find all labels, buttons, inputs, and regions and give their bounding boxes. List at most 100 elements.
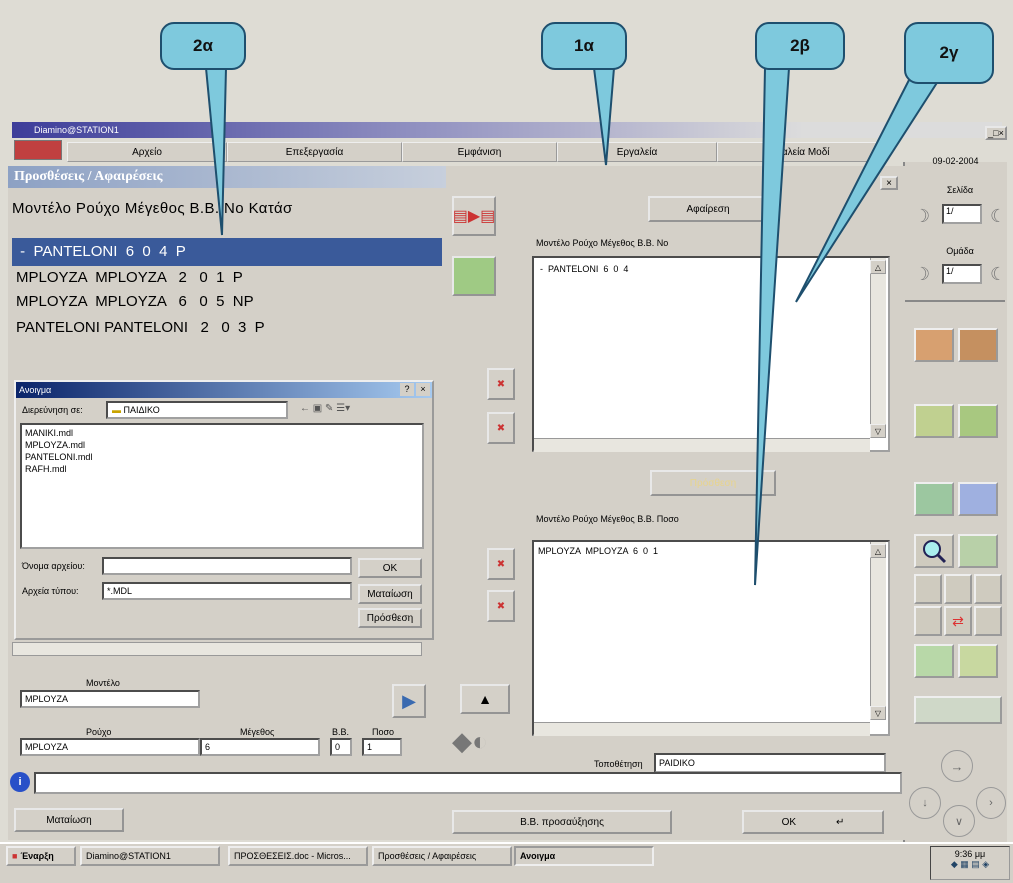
scroll-down-icon[interactable]: ▽ — [870, 424, 886, 438]
nav-down-icon[interactable]: ∨ — [943, 805, 975, 837]
cancel-button[interactable]: Ματαίωση — [14, 808, 124, 832]
sort-tool-icon[interactable] — [914, 404, 954, 438]
group-prev-icon[interactable]: ☽ — [914, 264, 930, 285]
refresh-tool-icon[interactable] — [958, 482, 998, 516]
page-next-icon[interactable]: ☾ — [990, 206, 1006, 227]
callout-1a: 1α — [541, 22, 627, 70]
look-in-select[interactable]: ▬ ΠΑΙΔΙΚΟ — [106, 401, 288, 419]
remove-piece-icon[interactable]: ✖ — [487, 368, 515, 400]
nav-right-icon[interactable]: › — [976, 787, 1006, 819]
menu-edit[interactable]: Επεξεργασία — [227, 142, 402, 162]
left-window-headers: Μοντέλο Ρούχο Μέγεθος Β.Β. Νο Κατάσ — [12, 200, 293, 217]
file-item[interactable]: MPLOYZA.mdl — [25, 440, 419, 452]
list-item[interactable]: - PANTELONI 6 0 4 — [540, 264, 882, 274]
file-item[interactable]: MANIKI.mdl — [25, 428, 419, 440]
delete-piece-icon[interactable]: ✖ — [487, 412, 515, 444]
file-list[interactable]: MANIKI.mdl MPLOYZA.mdl PANTELONI.mdl RAF… — [20, 423, 424, 549]
page-field[interactable]: 1/ — [942, 204, 982, 224]
model-field[interactable]: MPLOYZA — [20, 690, 200, 708]
sizing-icon[interactable]: ▲ — [460, 684, 510, 714]
scroll-up-icon[interactable]: △ — [870, 544, 886, 558]
taskbar-item[interactable]: ΠΡΟΣΘΕΣΕΙΣ.doc - Micros... — [228, 846, 368, 866]
taskbar-item[interactable]: Ανοιγμα — [514, 846, 654, 866]
export-right-tool-icon[interactable] — [958, 328, 998, 362]
list-item[interactable]: MPLOYZA MPLOYZA 6 0 1 — [538, 546, 884, 556]
system-tray: 9:36 μμ ◆ ▦ ▤ ◈ — [930, 846, 1010, 880]
start-button[interactable]: ■ Έναρξη — [6, 846, 76, 866]
pattern-e-icon[interactable] — [974, 606, 1002, 636]
disk-icon[interactable]: ◆◐ — [452, 726, 512, 766]
qty-field[interactable]: 1 — [362, 738, 402, 756]
add-piece-icon[interactable]: ✖ — [487, 548, 515, 580]
file-item[interactable]: PANTELONI.mdl — [25, 452, 419, 464]
ok-button[interactable]: OK ↵ — [742, 810, 884, 834]
add-list-vscroll[interactable] — [870, 542, 886, 720]
dialog-close-button[interactable]: × — [880, 176, 898, 190]
taskbar-item[interactable]: Προσθέσεις / Αφαιρέσεις — [372, 846, 512, 866]
remove-button[interactable]: Αφαίρεση — [648, 196, 768, 222]
open-cancel-button[interactable]: Ματαίωση — [358, 584, 422, 604]
taskbar-item[interactable]: Diamino@STATION1 — [80, 846, 220, 866]
menu-file[interactable]: Αρχείο — [67, 142, 227, 162]
add-marker-tool-icon[interactable] — [958, 404, 998, 438]
app-icons — [14, 140, 62, 160]
close-button[interactable]: × — [416, 383, 430, 396]
pattern-b-icon[interactable] — [944, 574, 972, 604]
list-item[interactable]: - PANTELONI 6 0 4 P — [12, 238, 442, 266]
open-add-button[interactable]: Πρόσθεση — [358, 608, 422, 628]
list1-headers: Μοντέλο Ρούχο Μέγεθος Β.Β. Νο — [536, 238, 669, 248]
left-horizontal-scrollbar[interactable] — [12, 642, 422, 656]
group-next-icon[interactable]: ☾ — [990, 264, 1006, 285]
add-button[interactable]: Πρόσθεση — [650, 470, 776, 496]
list-item[interactable]: MPLOYZA MPLOYZA 6 0 5 NP — [12, 290, 442, 314]
group-label: Ομάδα — [946, 246, 974, 256]
nav-toolbar-icons[interactable]: ← ▣ ✎ ☰▾ — [300, 403, 350, 414]
export-left-tool-icon[interactable] — [914, 328, 954, 362]
swap-arrows-icon[interactable]: ⇄ — [944, 606, 972, 636]
import-arrow-button[interactable]: ▶ — [392, 684, 426, 718]
placement-field[interactable]: PAIDIKO — [654, 753, 886, 773]
nav-up-icon[interactable]: → — [941, 750, 973, 782]
list-item[interactable]: PANTELONI PANTELONI 2 0 3 P — [12, 314, 442, 342]
layout-a-icon[interactable] — [914, 644, 954, 678]
window-controls[interactable]: _□× — [985, 126, 1007, 140]
rotate-tool-icon[interactable] — [914, 482, 954, 516]
bb-step-button[interactable]: Β.Β. προσαύξησης — [452, 810, 672, 834]
add-list[interactable]: MPLOYZA MPLOYZA 6 0 1 — [532, 540, 890, 736]
file-item[interactable]: RAFH.mdl — [25, 464, 419, 476]
transfer-icon[interactable]: ▤▶▤ — [452, 196, 496, 236]
delete-added-piece-icon[interactable]: ✖ — [487, 590, 515, 622]
size-field[interactable]: 6 — [200, 738, 320, 756]
page-prev-icon[interactable]: ☽ — [914, 206, 930, 227]
page-label: Σελίδα — [946, 185, 974, 195]
scroll-down-icon[interactable]: ▽ — [870, 706, 886, 720]
list-item[interactable]: MPLOYZA MPLOYZA 2 0 1 P — [12, 266, 442, 290]
add-list-hscroll[interactable] — [534, 722, 870, 736]
marker-tool-icon[interactable] — [958, 534, 998, 568]
filename-input[interactable] — [102, 557, 352, 575]
group-field[interactable]: 1/ — [942, 264, 982, 284]
pattern-a-icon[interactable] — [914, 574, 942, 604]
layout-b-icon[interactable] — [958, 644, 998, 678]
menu-tools[interactable]: Εργαλεία — [557, 142, 717, 162]
remove-list[interactable]: - PANTELONI 6 0 4 — [532, 256, 890, 452]
garment-field[interactable]: MPLOYZA — [20, 738, 200, 756]
pieces-icon[interactable] — [452, 256, 496, 296]
remove-list-hscroll[interactable] — [534, 438, 870, 452]
app-title-bar: Diamino@STATION1 — [12, 122, 1002, 138]
pattern-d-icon[interactable] — [914, 606, 942, 636]
remove-list-vscroll[interactable] — [870, 258, 886, 436]
menu-view[interactable]: Εμφάνιση — [402, 142, 557, 162]
layout-c-icon[interactable] — [914, 696, 1002, 724]
nav-left-icon[interactable]: ↓ — [909, 787, 941, 819]
filetype-select[interactable]: *.MDL — [102, 582, 352, 600]
menu-tools-mode[interactable]: Εργαλεία Μοδί — [717, 142, 877, 162]
help-button[interactable]: ? — [400, 383, 414, 396]
pattern-c-icon[interactable] — [974, 574, 1002, 604]
search-icon[interactable] — [914, 534, 954, 568]
bb-field[interactable]: 0 — [330, 738, 352, 756]
tray-icons: ◆ ▦ ▤ ◈ — [950, 859, 990, 869]
scroll-up-icon[interactable]: △ — [870, 260, 886, 274]
open-dialog-titlebar: Ανοιγμα ? × — [16, 382, 432, 398]
open-ok-button[interactable]: OK — [358, 558, 422, 578]
